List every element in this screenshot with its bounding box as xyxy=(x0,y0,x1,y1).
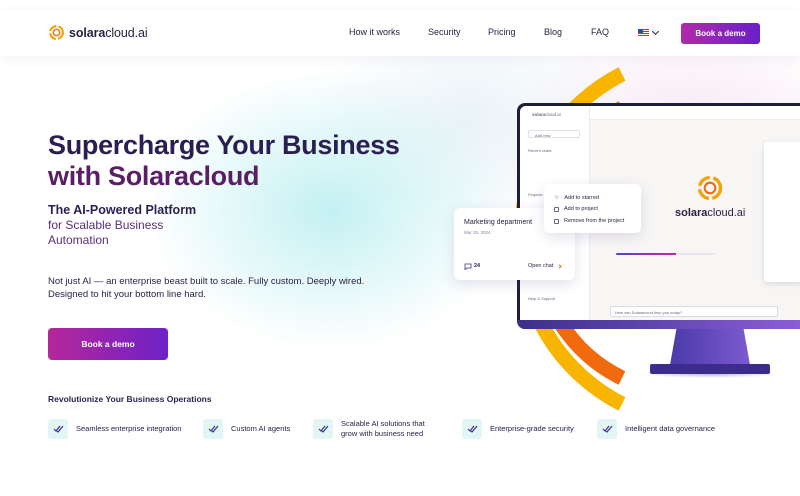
nav-blog[interactable]: Blog xyxy=(544,27,562,37)
feature-label: Intelligent data governance xyxy=(625,424,716,433)
chat-input[interactable]: How can Solaracloud help you today? xyxy=(610,306,778,317)
app-sidebar-logo: solaracloud.ai xyxy=(532,112,561,117)
nav-how-it-works[interactable]: How it works xyxy=(349,27,400,37)
feature-label: Custom AI agents xyxy=(231,424,291,433)
context-menu: ☆ Add to starred Add to project Remove f… xyxy=(544,184,641,233)
monitor-chin xyxy=(517,320,800,329)
double-check-icon xyxy=(597,419,617,439)
menu-item-label: Add to project xyxy=(564,206,598,212)
menu-item-label: Remove from the project xyxy=(564,218,625,224)
feature-label: Enterprise-grade security xyxy=(490,424,574,433)
folder-add-icon xyxy=(554,206,559,212)
screen-center-logo: solaracloud.ai xyxy=(675,174,745,219)
nav-pricing[interactable]: Pricing xyxy=(488,27,516,37)
progress-bar xyxy=(616,253,716,255)
double-check-icon xyxy=(203,419,223,439)
site-header: solaracloud.ai How it works Security Pri… xyxy=(0,10,800,56)
menu-item-label: Add to starred xyxy=(564,194,599,201)
menu-item-add-starred[interactable]: ☆ Add to starred xyxy=(554,194,599,202)
department-title: Marketing department xyxy=(464,219,533,226)
book-demo-hero-button[interactable]: Book a demo xyxy=(48,328,168,360)
feature-item: Intelligent data governance xyxy=(597,419,715,439)
app-topbar xyxy=(590,106,800,120)
double-check-icon xyxy=(313,419,333,439)
feature-item: Custom AI agents xyxy=(203,419,290,439)
operations-title: Revolutionize Your Business Operations xyxy=(48,394,212,404)
menu-item-add-project[interactable]: Add to project xyxy=(554,206,598,212)
hero-subtitle: The AI-Powered Platform for Scalable Bus… xyxy=(48,203,208,248)
chevron-down-icon xyxy=(651,27,660,35)
chat-input-placeholder: How can Solaracloud help you today? xyxy=(615,310,683,315)
feature-item: Seamless enterprise integration xyxy=(48,419,181,439)
hero-title: Supercharge Your Business with Solaraclo… xyxy=(48,130,400,192)
us-flag-icon xyxy=(638,29,649,36)
nav-security[interactable]: Security xyxy=(428,27,461,37)
monitor-base xyxy=(650,364,770,374)
recent-chats-label: Recent chats xyxy=(528,148,552,153)
hero-paragraph: Not just AI — an enterprise beast built … xyxy=(48,276,365,300)
nav-faq[interactable]: FAQ xyxy=(591,27,609,37)
feature-item: Enterprise-grade security xyxy=(462,419,574,439)
projects-label: Projects xyxy=(528,192,543,197)
feature-label: Seamless enterprise integration xyxy=(76,424,182,433)
feature-item: Scalable AI solutions that grow with bus… xyxy=(313,419,441,439)
help-support-link[interactable]: Help & Support xyxy=(528,296,555,301)
chevron-right-icon xyxy=(557,264,562,269)
book-demo-header-button[interactable]: Book a demo xyxy=(681,23,760,44)
open-chat-link[interactable]: Open chat xyxy=(528,263,553,269)
main-nav: How it works Security Pricing Blog FAQ xyxy=(0,27,800,41)
hero-subtitle-strong: The AI-Powered Platform xyxy=(48,203,197,217)
feature-label: Scalable AI solutions that grow with bus… xyxy=(341,419,425,438)
hero-title-line1: Supercharge Your Business xyxy=(48,130,400,160)
double-check-icon xyxy=(462,419,482,439)
menu-item-remove-project[interactable]: Remove from the project xyxy=(554,218,624,224)
hero-title-line2: with Solaracloud xyxy=(48,161,260,191)
add-new-button[interactable]: Add new xyxy=(528,130,580,138)
chat-bubble-icon xyxy=(464,263,472,270)
chat-count: 24 xyxy=(474,263,481,269)
department-date: Mar 25, 2024 xyxy=(464,230,491,235)
language-selector[interactable] xyxy=(638,27,660,36)
solaracloud-logo-icon xyxy=(697,175,723,201)
folder-remove-icon xyxy=(554,218,559,224)
star-icon: ☆ xyxy=(554,195,560,201)
double-check-icon xyxy=(48,419,68,439)
side-panel xyxy=(764,142,800,282)
screen-logo-text: solaracloud.ai xyxy=(675,207,746,219)
hero-subtitle-rest: for Scalable Business Automation xyxy=(48,218,164,247)
monitor-stand xyxy=(670,329,750,365)
